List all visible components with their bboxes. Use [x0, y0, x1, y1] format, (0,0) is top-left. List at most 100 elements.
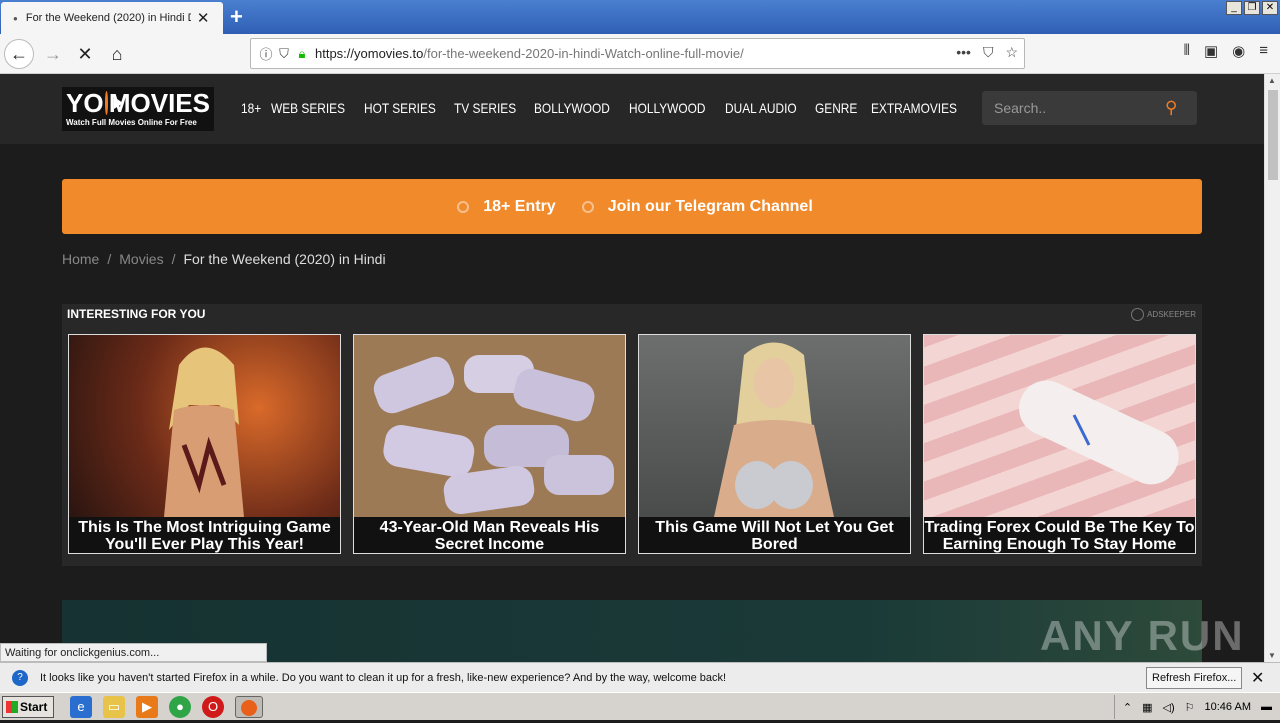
- navigation-toolbar: ← → ✕ ⌂ ⓘ ⛉ 🔒︎ https://yomovies.to/for-t…: [0, 34, 1280, 74]
- breadcrumb: Home / Movies / For the Weekend (2020) i…: [62, 251, 386, 267]
- library-icon[interactable]: ⫴: [1184, 42, 1190, 60]
- account-icon[interactable]: ◉: [1232, 42, 1245, 60]
- menu-item-web-series[interactable]: WEB SERIES: [271, 100, 345, 116]
- tab-title: For the Weekend (2020) in Hindi D: [25, 12, 191, 24]
- ad-image[interactable]: [924, 335, 1195, 517]
- ad-card[interactable]: 43-Year-Old Man Reveals His Secret Incom…: [353, 334, 626, 554]
- menu-item-dual-audio[interactable]: DUAL AUDIO: [725, 100, 797, 116]
- banner-telegram-label[interactable]: Join our Telegram Channel: [608, 198, 813, 216]
- adskeeper-logo[interactable]: ADSKEEPER: [1131, 308, 1196, 321]
- close-tab-icon[interactable]: ✕: [197, 9, 210, 27]
- ad-widget-title: INTERESTING FOR YOU: [67, 307, 206, 321]
- menu-item-hollywood[interactable]: HOLLYWOOD: [629, 100, 705, 116]
- scroll-down-icon[interactable]: ▼: [1268, 651, 1276, 660]
- pocket-icon[interactable]: ⛉: [983, 44, 994, 61]
- info-icon[interactable]: ⓘ: [257, 44, 275, 63]
- search-input[interactable]: [994, 100, 1159, 116]
- logo-text-left: YO: [66, 88, 104, 118]
- clock[interactable]: 10:46 AM: [1205, 701, 1251, 713]
- telegram-banner[interactable]: 18+ Entry Join our Telegram Channel: [62, 179, 1202, 234]
- forward-button[interactable]: →: [38, 39, 68, 69]
- flag-icon[interactable]: ⚐: [1185, 701, 1195, 714]
- banner-entry-label[interactable]: 18+ Entry: [483, 198, 555, 216]
- url-bar[interactable]: ⓘ ⛉ 🔒︎ https://yomovies.to/for-the-weeke…: [250, 38, 1025, 69]
- menu-item-genre[interactable]: GENRE: [815, 100, 857, 116]
- breadcrumb-current: For the Weekend (2020) in Hindi: [183, 251, 386, 267]
- home-button[interactable]: ⌂: [102, 39, 132, 69]
- refresh-firefox-button[interactable]: Refresh Firefox...: [1146, 667, 1243, 689]
- ad-headline[interactable]: 43-Year-Old Man Reveals His Secret Incom…: [354, 519, 625, 553]
- main-menu: 18+ WEB SERIES HOT SERIES TV SERIES BOLL…: [241, 100, 964, 116]
- close-notification-icon[interactable]: ✕: [1251, 668, 1264, 688]
- back-button[interactable]: ←: [4, 39, 34, 69]
- money-rolls-image: [354, 335, 625, 517]
- menu-item-extramovies[interactable]: EXTRAMOVIES: [871, 100, 957, 116]
- page-scrollbar[interactable]: ▲ ▼: [1264, 74, 1280, 662]
- maximize-button[interactable]: ❐: [1244, 1, 1260, 15]
- lock-icon[interactable]: 🔒︎: [293, 46, 311, 62]
- sidebar-icon[interactable]: ▣: [1204, 42, 1218, 60]
- tray-arrow-icon[interactable]: ⌃: [1123, 701, 1132, 714]
- opera-icon[interactable]: O: [202, 695, 224, 718]
- watermark: ANY RUN: [1040, 612, 1245, 659]
- media-player-icon[interactable]: ▶: [136, 695, 158, 718]
- bookmark-star-icon[interactable]: ☆: [1005, 44, 1018, 61]
- ad-widget: INTERESTING FOR YOU ADSKEEPER This Is Th…: [62, 304, 1202, 566]
- minimize-button[interactable]: _: [1226, 1, 1242, 15]
- page-actions-icon[interactable]: •••: [956, 44, 971, 61]
- title-bar: ● For the Weekend (2020) in Hindi D ✕ + …: [0, 0, 1280, 34]
- breadcrumb-home[interactable]: Home: [62, 251, 99, 267]
- menu-item-hot-series[interactable]: HOT SERIES: [364, 100, 436, 116]
- ad-headline[interactable]: This Game Will Not Let You Get Bored: [639, 519, 910, 553]
- scrollbar-thumb[interactable]: [1268, 90, 1278, 180]
- scroll-up-icon[interactable]: ▲: [1268, 76, 1276, 85]
- ad-headline[interactable]: Trading Forex Could Be The Key To Earnin…: [924, 519, 1195, 553]
- explorer-icon[interactable]: ▭: [103, 695, 125, 718]
- ad-headline[interactable]: This Is The Most Intriguing Game You'll …: [69, 519, 340, 553]
- window-controls: _ ❐ ✕: [1226, 1, 1278, 15]
- breadcrumb-separator: /: [107, 251, 112, 267]
- firefox-icon: [241, 699, 257, 716]
- ad-card[interactable]: This Is The Most Intriguing Game You'll …: [68, 334, 341, 554]
- menu-item-bollywood[interactable]: BOLLYWOOD: [534, 100, 610, 116]
- ad-image[interactable]: [69, 335, 340, 517]
- loading-icon: ●: [13, 13, 18, 23]
- start-button[interactable]: Start: [2, 695, 54, 718]
- shield-icon[interactable]: ⛉: [275, 46, 293, 62]
- chrome-icon[interactable]: ●: [169, 695, 191, 718]
- ad-card[interactable]: This Game Will Not Let You Get Bored: [638, 334, 911, 554]
- volume-icon[interactable]: ◁): [1163, 701, 1175, 714]
- ad-image[interactable]: [354, 335, 625, 517]
- desktop-icon[interactable]: ▬: [1261, 701, 1272, 713]
- system-tray: ⌃ ▦ ◁) ⚐ 10:46 AM ▬: [1113, 695, 1280, 719]
- logo-text-right: MOVIES: [108, 88, 210, 118]
- site-header: YO MOVIES Watch Full Movies Online For Fr…: [0, 74, 1264, 144]
- menu-icon[interactable]: ≡: [1259, 42, 1268, 60]
- site-logo[interactable]: YO MOVIES Watch Full Movies Online For Fr…: [62, 87, 214, 131]
- logo-tagline: Watch Full Movies Online For Free: [66, 118, 197, 127]
- play-icon: [104, 91, 125, 115]
- windows-flag-icon: [6, 700, 18, 713]
- stop-button[interactable]: ✕: [70, 39, 100, 69]
- banknotes-image: [1019, 380, 1179, 485]
- breadcrumb-separator: /: [171, 251, 176, 267]
- ad-image[interactable]: [639, 335, 910, 517]
- menu-item-18plus[interactable]: 18+: [241, 100, 261, 116]
- close-window-button[interactable]: ✕: [1262, 1, 1278, 15]
- ad-card[interactable]: Trading Forex Could Be The Key To Earnin…: [923, 334, 1196, 554]
- menu-item-tv-series[interactable]: TV SERIES: [454, 100, 516, 116]
- woman-figure-image: [714, 342, 834, 517]
- ie-icon[interactable]: e: [70, 695, 92, 718]
- new-tab-button[interactable]: +: [230, 4, 243, 30]
- search-icon[interactable]: ⚲: [1165, 98, 1177, 118]
- firefox-taskbar-button[interactable]: [235, 695, 263, 718]
- bullet-icon: [457, 200, 470, 213]
- browser-tab[interactable]: ● For the Weekend (2020) in Hindi D ✕: [1, 2, 223, 34]
- taskbar: Start e ▭ ▶ ● O ⌃ ▦ ◁) ⚐ 10:46 AM ▬: [0, 692, 1280, 720]
- breadcrumb-movies[interactable]: Movies: [119, 251, 163, 267]
- start-label: Start: [20, 699, 48, 714]
- ad-brand-label: ADSKEEPER: [1147, 310, 1196, 319]
- woman-figure-image: [164, 347, 244, 517]
- network-icon[interactable]: ▦: [1142, 701, 1152, 714]
- url-host: https://yomovies.to: [315, 46, 424, 61]
